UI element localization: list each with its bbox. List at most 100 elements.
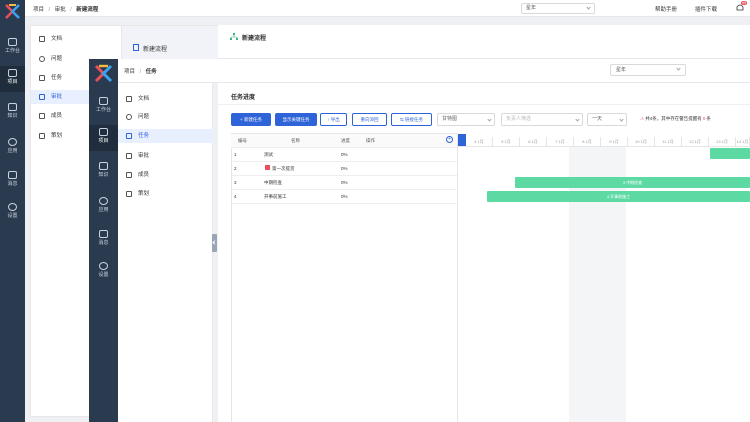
back-rail-project[interactable]: 项目	[0, 66, 25, 92]
flag-icon	[265, 165, 270, 170]
gantt-month: 4 1月	[466, 137, 493, 147]
download-link[interactable]: 插件下载	[695, 5, 717, 13]
back-rail-apps[interactable]: 应用	[0, 138, 25, 154]
back-sidebar-item-docs[interactable]: 文档	[31, 32, 123, 46]
gantt-month: 8 1月	[574, 137, 601, 147]
owner-filter-select[interactable]: 负责人筛选	[501, 113, 583, 126]
back-logo[interactable]	[4, 3, 21, 20]
export-button[interactable]: ↑ 导出	[320, 113, 347, 126]
gantt-month: 14 1月	[736, 137, 750, 147]
front-breadcrumb: 项目 / 任务	[124, 69, 157, 75]
section-divider	[218, 104, 750, 105]
column-header-actions: 操作	[366, 138, 375, 143]
workbench-icon	[99, 97, 108, 105]
front-sidebar-item-members[interactable]: 成员	[118, 168, 213, 182]
warning-notice: ⚠ 共4条，其中存在警告提醒有0条	[640, 116, 711, 121]
table-row[interactable]: 3 中期检查 0%	[231, 176, 457, 190]
question-icon	[39, 56, 45, 62]
front-rail-apps[interactable]: 应用	[89, 197, 118, 213]
gantt-month: 11 1月	[655, 137, 682, 147]
breadcrumb-item[interactable]: 审批	[55, 7, 66, 13]
show-critical-button[interactable]: 显示关键任务	[275, 113, 317, 126]
back-breadcrumb: 项目 / 审批 / 新建流程	[33, 7, 99, 13]
front-top-bar: 项目 / 任务 星年	[118, 59, 750, 83]
members-icon	[126, 172, 132, 178]
front-rail-project[interactable]: 项目	[89, 125, 118, 151]
table-row[interactable]: 1 测试 0%	[231, 148, 457, 162]
gantt-month: 5 1月	[493, 137, 520, 147]
view-select[interactable]: 甘特图	[437, 113, 495, 126]
task-icon	[126, 133, 132, 139]
table-header-row: 编号 名称 进度 操作 +	[231, 134, 457, 148]
front-rail-settings[interactable]: 设置	[89, 262, 118, 278]
table-row[interactable]: 4 开事前施工 0%	[231, 190, 457, 204]
gantt-month: 9 1月	[601, 137, 628, 147]
back-page-header: 新建流程	[218, 25, 750, 59]
front-sidebar-item-docs[interactable]: 文档	[118, 92, 213, 106]
front-sidebar-item-tasks[interactable]: 任务	[118, 129, 213, 143]
front-left-rail: 工作台 项目 知识 应用 消息 设置	[89, 59, 118, 422]
flow-doc-icon	[133, 44, 139, 51]
project-icon	[99, 128, 108, 136]
chevron-down-icon	[575, 117, 580, 122]
back-top-bar: 项目 / 审批 / 新建流程 星年 帮助手册 插件下载 99	[25, 0, 750, 17]
gear-icon	[8, 203, 17, 211]
task-icon	[39, 75, 45, 81]
chevron-down-icon	[619, 117, 624, 122]
add-column-icon[interactable]: +	[446, 136, 453, 143]
gantt-bar-row-4[interactable]: 4 开事前施工	[487, 191, 750, 202]
back-rail-messages[interactable]: 消息	[0, 171, 25, 187]
breadcrumb-item: 新建流程	[76, 7, 99, 13]
column-header-progress: 进度	[341, 138, 350, 143]
front-project-select[interactable]: 星年	[610, 64, 686, 76]
gantt-month: 10 1月	[628, 137, 655, 147]
column-header-name: 名称	[291, 138, 300, 143]
gantt-timeline: 4 1月 5 1月 6 1月 7 1月 8 1月 9 1月 10 1月 11 1…	[458, 137, 750, 147]
flowchart-icon	[230, 33, 238, 43]
front-rail-knowledge[interactable]: 知识	[89, 162, 118, 178]
sidebar-collapse-handle[interactable]	[212, 234, 217, 252]
column-header-id: 编号	[238, 138, 247, 143]
table-row[interactable]: 2 第一次提货 0%	[231, 162, 457, 176]
message-icon	[99, 230, 108, 238]
back-project-select[interactable]: 星年	[521, 3, 595, 14]
back-tab-new-flow[interactable]: 新建流程	[122, 25, 218, 59]
back-left-rail: 工作台 项目 知识 应用 消息 设置	[0, 0, 25, 422]
breadcrumb-item: 任务	[145, 69, 157, 75]
gantt-bar-row-1[interactable]	[710, 148, 750, 159]
front-logo[interactable]	[94, 64, 113, 83]
front-rail-workbench[interactable]: 工作台	[89, 97, 118, 113]
message-icon	[8, 171, 17, 179]
new-task-button[interactable]: + 新建任务	[231, 113, 271, 126]
chevron-down-icon	[676, 66, 681, 71]
notification-badge: 99	[741, 1, 747, 5]
notification-bell[interactable]: 99	[735, 1, 747, 13]
gantt-month: 12 1月	[682, 137, 709, 147]
gantt-month: 13 1月	[709, 137, 736, 147]
project-icon	[8, 69, 17, 77]
page-title: 新建流程	[242, 36, 267, 42]
section-title: 任务进度	[231, 95, 256, 101]
help-link[interactable]: 帮助手册	[655, 5, 677, 13]
breadcrumb-item[interactable]: 项目	[33, 7, 44, 13]
front-rail-messages[interactable]: 消息	[89, 230, 118, 246]
gantt-bar-row-3[interactable]: 3 中期检查	[515, 177, 750, 188]
chevron-down-icon	[586, 5, 591, 10]
document-icon	[126, 96, 132, 102]
time-range-select[interactable]: 一天	[587, 113, 627, 126]
batch-button[interactable]: 重向添回	[352, 113, 387, 126]
back-rail-knowledge[interactable]: 知识	[0, 103, 25, 119]
front-sidebar: 文档 问题 任务 审批 成员 策划	[118, 83, 213, 422]
folder-icon	[99, 162, 108, 170]
planning-icon	[126, 191, 132, 197]
gantt-highlight-period	[569, 147, 626, 422]
front-sidebar-item-issues[interactable]: 问题	[118, 110, 213, 124]
chevron-down-icon	[487, 117, 492, 122]
front-sidebar-item-approval[interactable]: 审批	[118, 149, 213, 163]
link-task-button[interactable]: ⇆ 链接任务	[391, 113, 432, 126]
breadcrumb-item[interactable]: 项目	[124, 69, 135, 75]
back-rail-settings[interactable]: 设置	[0, 203, 25, 219]
apps-icon	[99, 197, 108, 205]
front-sidebar-item-planning[interactable]: 策划	[118, 187, 213, 201]
back-rail-workbench[interactable]: 工作台	[0, 38, 25, 54]
